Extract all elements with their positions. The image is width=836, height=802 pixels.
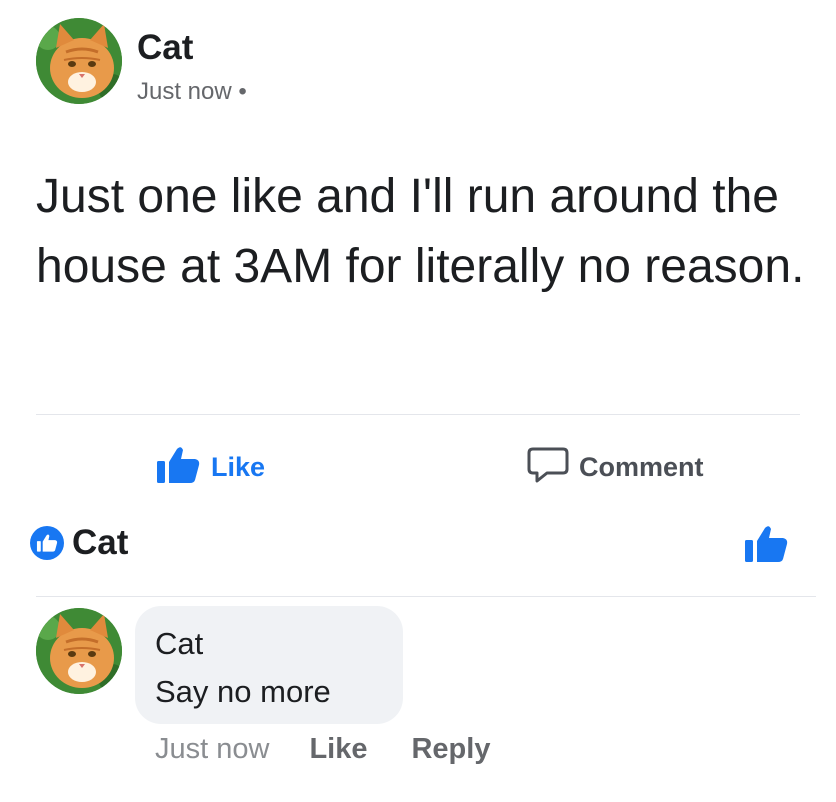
cat-avatar-image bbox=[36, 608, 122, 694]
thumbs-up-icon-right[interactable] bbox=[743, 524, 789, 569]
like-badge-icon bbox=[30, 526, 64, 560]
comment-text: Say no more bbox=[155, 674, 331, 709]
post-author-name[interactable]: Cat bbox=[137, 28, 193, 68]
like-label: Like bbox=[211, 452, 266, 482]
comment-button[interactable]: Comment bbox=[527, 445, 704, 490]
cat-avatar-icon[interactable] bbox=[36, 18, 122, 104]
speech-bubble-icon bbox=[527, 445, 569, 490]
comment-actions: Just now Like Reply bbox=[155, 733, 490, 766]
comment-reply-link[interactable]: Reply bbox=[411, 733, 490, 766]
cat-avatar-icon[interactable] bbox=[36, 608, 122, 694]
comment-like-link[interactable]: Like bbox=[309, 733, 367, 766]
post-text: Just one like and I'll run around the ho… bbox=[36, 170, 805, 293]
post-timestamp: Just now • bbox=[137, 78, 247, 106]
like-button[interactable]: Like bbox=[155, 445, 265, 490]
thumbs-up-icon bbox=[155, 445, 201, 490]
likes-summary[interactable]: Cat bbox=[30, 523, 128, 563]
cat-avatar-image bbox=[36, 18, 122, 104]
privacy-dot: • bbox=[238, 78, 247, 105]
post-screen: Cat Just now • Just one like and I'll ru… bbox=[0, 0, 836, 802]
likes-divider bbox=[36, 596, 816, 597]
comment-label: Comment bbox=[579, 452, 704, 482]
post-divider bbox=[36, 414, 800, 415]
comment-bubble: Cat Say no more bbox=[135, 606, 403, 724]
liker-name: Cat bbox=[72, 523, 129, 562]
post-time-text: Just now bbox=[137, 78, 232, 105]
comment-author-name[interactable]: Cat bbox=[155, 626, 203, 662]
comment-timestamp: Just now bbox=[155, 733, 270, 765]
